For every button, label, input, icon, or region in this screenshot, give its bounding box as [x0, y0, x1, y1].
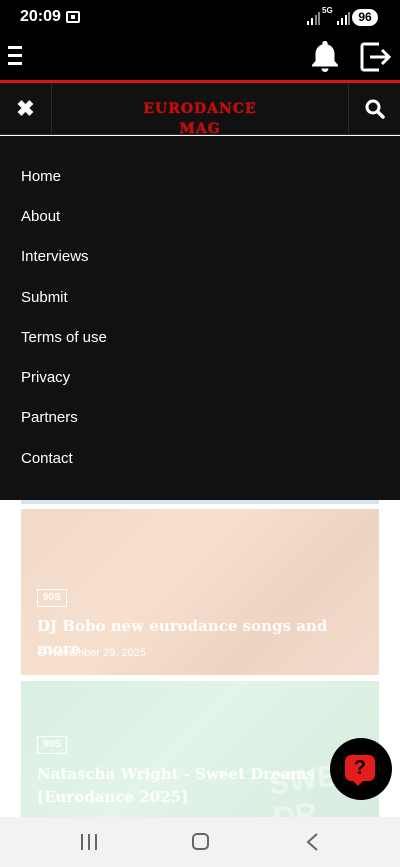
menu-item-privacy[interactable]: Privacy — [21, 366, 70, 390]
status-time: 20:09 — [20, 8, 61, 25]
help-button[interactable]: ? — [330, 738, 392, 800]
article-title[interactable]: Natascha Wright - Sweet Dreams [Eurodanc… — [37, 763, 367, 809]
logout-icon[interactable] — [358, 40, 392, 74]
app-header — [0, 36, 400, 80]
category-badge[interactable]: 90S — [37, 589, 67, 607]
search-icon — [365, 99, 385, 119]
bell-icon[interactable] — [308, 38, 342, 74]
help-icon: ? — [345, 755, 375, 781]
help-icon-tail — [352, 780, 364, 786]
article-date: ⊙ November 29, 2025 — [37, 647, 146, 659]
menu-item-terms[interactable]: Terms of use — [21, 326, 107, 350]
hamburger-icon[interactable] — [8, 46, 22, 66]
nav-menu: Home About Interviews Submit Terms of us… — [0, 136, 400, 500]
signal-icon — [307, 12, 320, 25]
category-badge[interactable]: 90S — [37, 736, 67, 754]
home-icon[interactable] — [192, 833, 209, 850]
menu-item-contact[interactable]: Contact — [21, 447, 73, 471]
menu-item-about[interactable]: About — [21, 205, 60, 229]
network-type: 5G — [322, 6, 333, 15]
menu-item-home[interactable]: Home — [21, 165, 61, 189]
site-header: ✖ EURODANCE MAG — [0, 83, 400, 137]
battery-level: 96 — [352, 9, 378, 26]
close-icon[interactable]: ✖ — [0, 83, 52, 135]
menu-item-submit[interactable]: Submit — [21, 286, 68, 310]
menu-item-interviews[interactable]: Interviews — [21, 245, 89, 269]
back-icon[interactable] — [305, 832, 319, 852]
article-card[interactable]: SWEET DR 90S Natascha Wright - Sweet Dre… — [21, 681, 379, 817]
recents-icon[interactable] — [81, 834, 97, 850]
article-card[interactable]: 90S DJ Bobo new eurodance songs and more… — [21, 509, 379, 675]
system-nav-bar — [0, 817, 400, 867]
clock-icon: ⊙ — [37, 647, 50, 659]
search-button[interactable] — [348, 83, 400, 135]
signal-icon — [337, 12, 350, 25]
previous-card-edge — [21, 500, 379, 504]
site-logo[interactable]: EURODANCE MAG — [120, 99, 280, 137]
menu-item-partners[interactable]: Partners — [21, 406, 78, 430]
status-bar: 20:09 5G 96 — [0, 0, 400, 36]
screenshot-icon — [66, 11, 80, 23]
